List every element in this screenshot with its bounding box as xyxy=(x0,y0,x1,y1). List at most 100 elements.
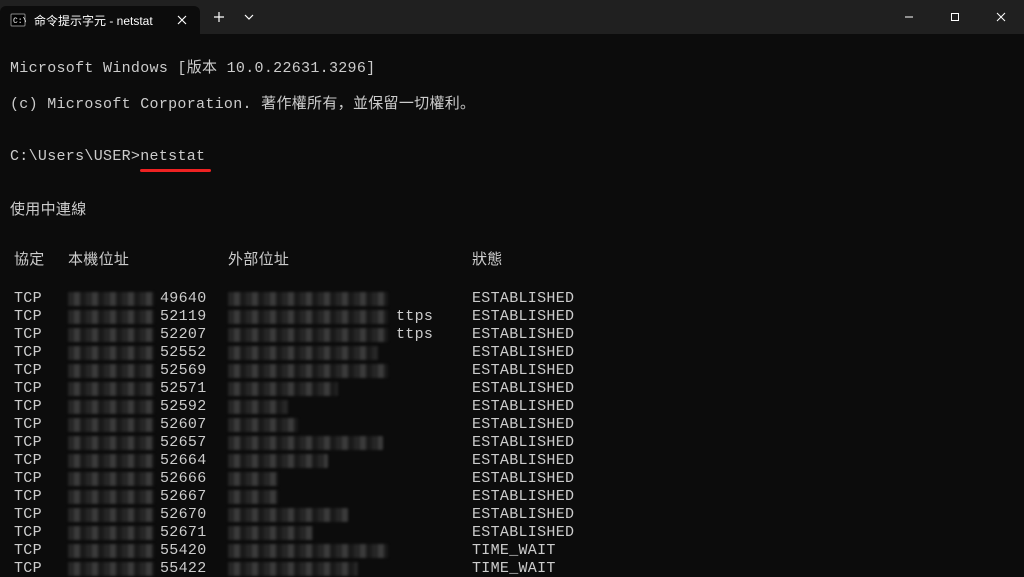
cell-foreign xyxy=(228,380,472,398)
redacted-foreign xyxy=(228,526,313,540)
table-row: TCP52664ESTABLISHED xyxy=(10,452,1014,470)
cell-local-port: 49640 xyxy=(160,290,208,308)
tab-active[interactable]: C:\ 命令提示字元 - netstat xyxy=(0,6,200,34)
cell-proto: TCP xyxy=(10,560,68,577)
redacted-foreign xyxy=(228,310,388,324)
cell-local-port: 52569 xyxy=(160,362,208,380)
cell-proto: TCP xyxy=(10,488,68,506)
cell-local-port: 52666 xyxy=(160,470,208,488)
cell-local: 52571 xyxy=(68,380,228,398)
header-line-1: Microsoft Windows [版本 10.0.22631.3296] xyxy=(10,60,1014,78)
section-title: 使用中連線 xyxy=(10,202,1014,220)
table-row: TCP 52671 ESTABLISHED xyxy=(10,524,1014,542)
cell-local: 52664 xyxy=(68,452,228,470)
cell-state: ESTABLISHED xyxy=(472,344,1014,362)
cell-local: 52119 xyxy=(68,308,228,326)
cell-state: ESTABLISHED xyxy=(472,434,1014,452)
redacted-local-ip xyxy=(68,544,154,558)
redacted-foreign xyxy=(228,292,388,306)
redacted-foreign xyxy=(228,364,388,378)
table-row: TCP52592ESTABLISHED xyxy=(10,398,1014,416)
svg-text:C:\: C:\ xyxy=(13,17,26,26)
table-row: TCP 52657 ESTABLISHED xyxy=(10,434,1014,452)
cell-state: ESTABLISHED xyxy=(472,506,1014,524)
redacted-foreign xyxy=(228,328,388,342)
cell-local-port: 52671 xyxy=(160,524,208,542)
cell-foreign xyxy=(228,290,472,308)
redacted-foreign xyxy=(228,508,348,522)
new-tab-button[interactable] xyxy=(202,3,236,31)
cell-foreign xyxy=(228,434,472,452)
cell-state: ESTABLISHED xyxy=(472,326,1014,344)
redacted-foreign xyxy=(228,490,278,504)
cell-foreign xyxy=(228,506,472,524)
cell-foreign xyxy=(228,362,472,380)
redacted-local-ip xyxy=(68,526,154,540)
header-line-2: (c) Microsoft Corporation. 著作權所有，並保留一切權利… xyxy=(10,96,1014,114)
cell-foreign xyxy=(228,470,472,488)
cell-state: ESTABLISHED xyxy=(472,470,1014,488)
cell-local-port: 52552 xyxy=(160,344,208,362)
close-window-button[interactable] xyxy=(978,0,1024,34)
table-row: TCP52607ESTABLISHED xyxy=(10,416,1014,434)
cell-foreign xyxy=(228,488,472,506)
cell-local-port: 55422 xyxy=(160,560,208,577)
redacted-local-ip xyxy=(68,562,154,576)
cell-state: ESTABLISHED xyxy=(472,290,1014,308)
prompt-command: netstat xyxy=(140,148,205,166)
redacted-foreign xyxy=(228,562,358,576)
tab-close-button[interactable] xyxy=(174,12,190,28)
table-row: TCP49640ESTABLISHED xyxy=(10,290,1014,308)
col-header-local: 本機位址 xyxy=(68,252,228,270)
table-row: TCP55422TIME_WAIT xyxy=(10,560,1014,577)
table-row: TCP 52666 ESTABLISHED xyxy=(10,470,1014,488)
cell-foreign xyxy=(228,344,472,362)
cell-local-port: 52667 xyxy=(160,488,208,506)
cell-local: 52592 xyxy=(68,398,228,416)
cell-local: 55420 xyxy=(68,542,228,560)
cell-local: 52671 xyxy=(68,524,228,542)
cell-local: 52657 xyxy=(68,434,228,452)
cell-state: ESTABLISHED xyxy=(472,308,1014,326)
cell-foreign xyxy=(228,542,472,560)
cmd-icon: C:\ xyxy=(10,12,26,28)
cell-proto: TCP xyxy=(10,470,68,488)
cell-local: 49640 xyxy=(68,290,228,308)
cell-local: 55422 xyxy=(68,560,228,577)
cell-state: ESTABLISHED xyxy=(472,524,1014,542)
tab-dropdown-button[interactable] xyxy=(236,3,262,31)
cell-local: 52670 xyxy=(68,506,228,524)
redacted-local-ip xyxy=(68,364,154,378)
redacted-foreign xyxy=(228,382,338,396)
cell-proto: TCP xyxy=(10,380,68,398)
cell-local-port: 52670 xyxy=(160,506,208,524)
cell-foreign xyxy=(228,398,472,416)
table-row: TCP55420TIME_WAIT xyxy=(10,542,1014,560)
redacted-local-ip xyxy=(68,454,154,468)
cell-local-port: 52607 xyxy=(160,416,208,434)
redacted-foreign xyxy=(228,400,288,414)
terminal-output[interactable]: Microsoft Windows [版本 10.0.22631.3296] (… xyxy=(0,34,1024,577)
table-row: TCP52667ESTABLISHED xyxy=(10,488,1014,506)
table-row: TCP52119ttpsESTABLISHED xyxy=(10,308,1014,326)
cell-proto: TCP xyxy=(10,398,68,416)
redacted-local-ip xyxy=(68,292,154,306)
cell-local-port: 52657 xyxy=(160,434,208,452)
titlebar: C:\ 命令提示字元 - netstat xyxy=(0,0,1024,34)
cell-proto: TCP xyxy=(10,434,68,452)
cell-local-port: 52571 xyxy=(160,380,208,398)
redacted-foreign xyxy=(228,436,383,450)
minimize-button[interactable] xyxy=(886,0,932,34)
cell-proto: TCP xyxy=(10,524,68,542)
cell-state: TIME_WAIT xyxy=(472,542,1014,560)
maximize-button[interactable] xyxy=(932,0,978,34)
redacted-local-ip xyxy=(68,418,154,432)
cell-foreign xyxy=(228,560,472,577)
cell-proto: TCP xyxy=(10,506,68,524)
prompt-line: C:\Users\USER>netstat xyxy=(10,148,1014,166)
cell-local-port: 52664 xyxy=(160,452,208,470)
titlebar-drag-area[interactable] xyxy=(262,0,886,34)
redacted-local-ip xyxy=(68,472,154,486)
cell-local-port: 52119 xyxy=(160,308,208,326)
cell-local: 52552 xyxy=(68,344,228,362)
